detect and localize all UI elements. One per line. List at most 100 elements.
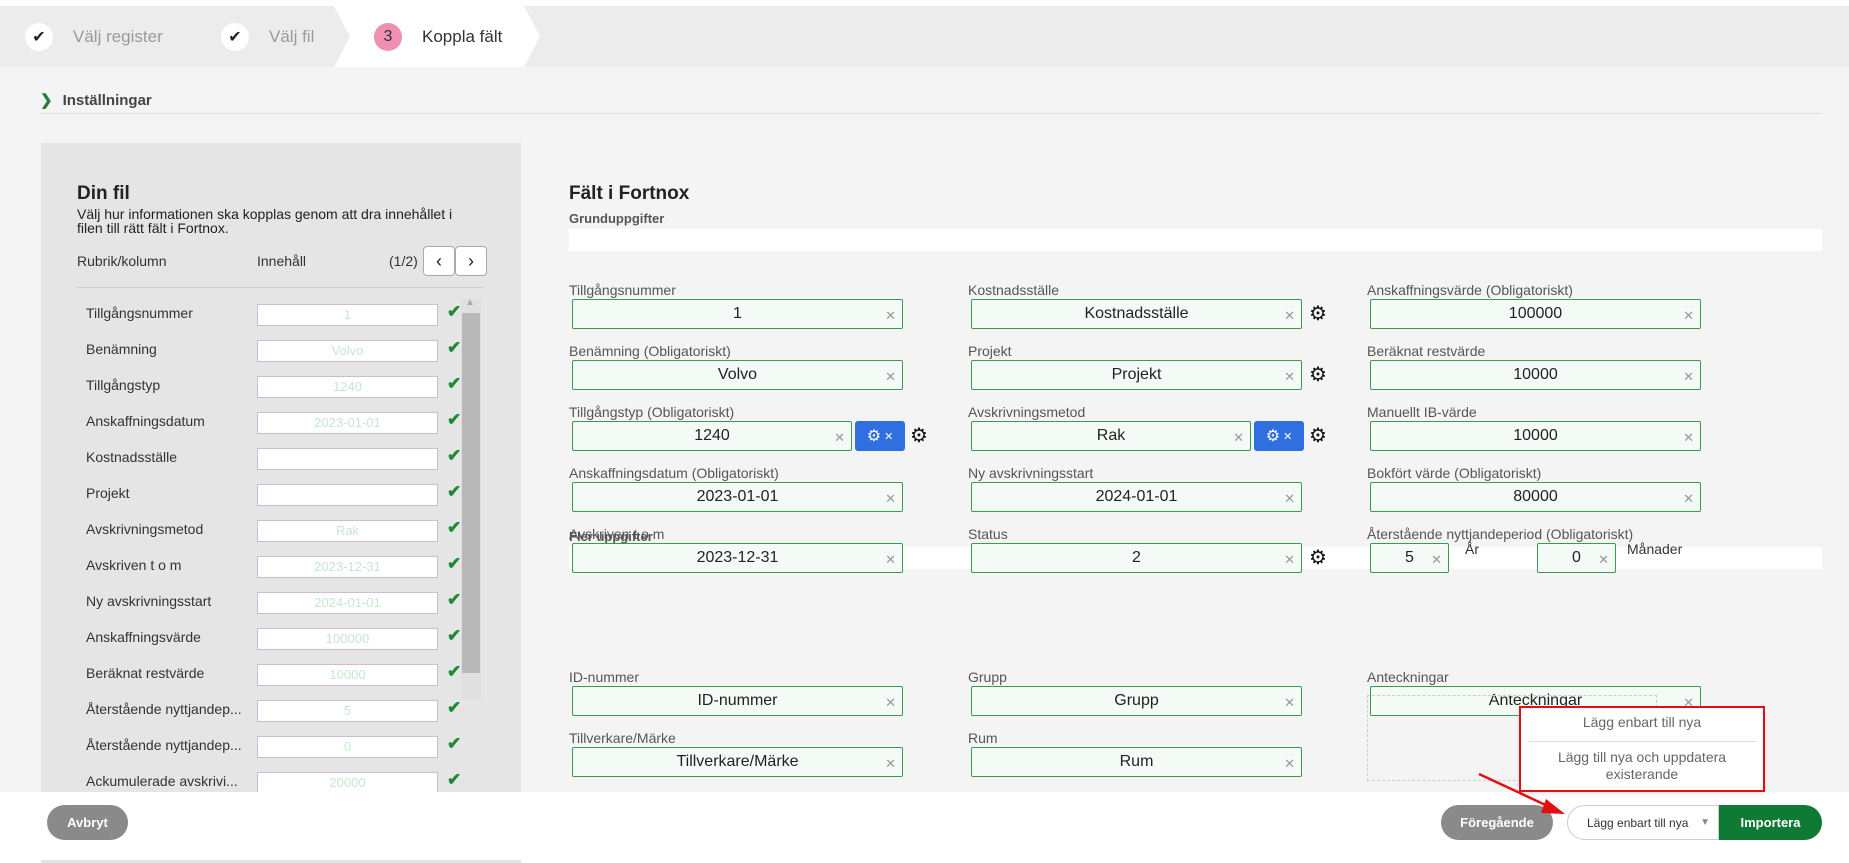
field-input[interactable]: 2 ✕ bbox=[971, 543, 1302, 573]
close-icon[interactable]: ✕ bbox=[885, 369, 896, 385]
close-icon[interactable]: ✕ bbox=[1284, 491, 1295, 507]
row-label: Avskriven t o m bbox=[86, 557, 182, 573]
field-input[interactable]: Projekt ✕ bbox=[971, 360, 1302, 390]
years-input[interactable]: 5 ✕ bbox=[1370, 543, 1449, 573]
close-icon[interactable]: ✕ bbox=[1683, 430, 1694, 446]
wizard-steps: ✔ Välj register ✔ Välj fil 3 Koppla fält bbox=[0, 6, 1849, 67]
row-value[interactable]: 1 bbox=[257, 304, 438, 326]
row-value[interactable]: 1240 bbox=[257, 376, 438, 398]
close-icon[interactable]: ✕ bbox=[1431, 552, 1442, 568]
list-item[interactable]: Avskrivningsmetod Rak ✔ bbox=[86, 516, 486, 546]
import-mode-select[interactable]: Lägg enbart till nya ▼ bbox=[1567, 805, 1719, 840]
check-icon: ✔ bbox=[447, 770, 462, 789]
close-icon[interactable]: ✕ bbox=[885, 552, 896, 568]
list-item[interactable]: Kostnadsställe ✔ bbox=[86, 444, 486, 474]
option-add-new-only[interactable]: Lägg enbart till nya bbox=[1521, 714, 1763, 730]
row-value[interactable]: 100000 bbox=[257, 628, 438, 650]
field-value: 2023-01-01 bbox=[696, 488, 779, 505]
field-input[interactable]: 10000 ✕ bbox=[1370, 360, 1701, 390]
list-item[interactable]: Anskaffningsvärde 100000 ✔ bbox=[86, 624, 486, 654]
field-input[interactable]: Volvo ✕ bbox=[572, 360, 903, 390]
close-icon[interactable]: ✕ bbox=[1683, 491, 1694, 507]
chevron-down-icon: ▼ bbox=[1700, 817, 1710, 828]
field-input[interactable]: Rak ✕ bbox=[971, 421, 1251, 451]
list-item[interactable]: Återstående nyttjandep... 5 ✔ bbox=[86, 696, 486, 726]
row-value[interactable]: 5 bbox=[257, 700, 438, 722]
close-icon[interactable]: ✕ bbox=[885, 756, 896, 772]
row-value[interactable]: 0 bbox=[257, 736, 438, 758]
gear-icon[interactable]: ⚙ bbox=[910, 423, 928, 448]
field-label: Tillverkare/Märke bbox=[569, 730, 676, 746]
chevron-left-icon: ‹ bbox=[436, 250, 442, 271]
field-settings-clear-button[interactable]: ⚙ ✕ bbox=[855, 421, 905, 451]
close-icon[interactable]: ✕ bbox=[885, 695, 896, 711]
list-item[interactable]: Beräknat restvärde 10000 ✔ bbox=[86, 660, 486, 690]
close-icon[interactable]: ✕ bbox=[1233, 430, 1244, 446]
field: Benämning (Obligatoriskt) Volvo ✕ bbox=[569, 343, 903, 390]
row-value[interactable]: Rak bbox=[257, 520, 438, 542]
field: Projekt Projekt ✕ bbox=[968, 343, 1302, 390]
divider bbox=[1529, 741, 1757, 742]
field-input[interactable]: 80000 ✕ bbox=[1370, 482, 1701, 512]
next-page-button[interactable]: › bbox=[455, 246, 487, 276]
field-settings-clear-button[interactable]: ⚙ ✕ bbox=[1254, 421, 1304, 451]
field-input[interactable]: 2023-01-01 ✕ bbox=[572, 482, 903, 512]
row-value[interactable] bbox=[257, 484, 438, 506]
months-input[interactable]: 0 ✕ bbox=[1537, 543, 1616, 573]
gear-icon[interactable]: ⚙ bbox=[1309, 423, 1327, 448]
field-input[interactable]: 2023-12-31 ✕ bbox=[572, 543, 903, 573]
list-item[interactable]: Tillgångstyp 1240 ✔ bbox=[86, 372, 486, 402]
field-input[interactable]: 10000 ✕ bbox=[1370, 421, 1701, 451]
close-icon[interactable]: ✕ bbox=[1284, 756, 1295, 772]
gear-icon[interactable]: ⚙ bbox=[1309, 362, 1327, 387]
list-item[interactable]: Avskriven t o m 2023-12-31 ✔ bbox=[86, 552, 486, 582]
row-label: Beräknat restvärde bbox=[86, 665, 205, 681]
field-input[interactable]: 100000 ✕ bbox=[1370, 299, 1701, 329]
row-value[interactable] bbox=[257, 448, 438, 470]
previous-button[interactable]: Föregående bbox=[1441, 805, 1553, 840]
import-button[interactable]: Importera bbox=[1719, 805, 1822, 840]
option-add-and-update[interactable]: Lägg till nya och uppdatera existerande bbox=[1541, 749, 1743, 783]
field-input[interactable]: Rum ✕ bbox=[971, 747, 1302, 777]
close-icon[interactable]: ✕ bbox=[1683, 369, 1694, 385]
field-input[interactable]: Tillverkare/Märke ✕ bbox=[572, 747, 903, 777]
field-input[interactable]: ID-nummer ✕ bbox=[572, 686, 903, 716]
close-icon[interactable]: ✕ bbox=[1284, 308, 1295, 324]
row-value[interactable]: 20000 bbox=[257, 772, 438, 794]
close-icon[interactable]: ✕ bbox=[834, 430, 845, 446]
field-input[interactable]: 2024-01-01 ✕ bbox=[971, 482, 1302, 512]
list-item[interactable]: Tillgångsnummer 1 ✔ bbox=[86, 300, 486, 330]
close-icon[interactable]: ✕ bbox=[885, 308, 896, 324]
row-value[interactable]: 2023-12-31 bbox=[257, 556, 438, 578]
close-icon[interactable]: ✕ bbox=[1284, 552, 1295, 568]
close-icon[interactable]: ✕ bbox=[1284, 695, 1295, 711]
field-input[interactable]: 1 ✕ bbox=[572, 299, 903, 329]
list-item[interactable]: Ny avskrivningsstart 2024-01-01 ✔ bbox=[86, 588, 486, 618]
close-icon[interactable]: ✕ bbox=[1284, 369, 1295, 385]
field-label: Tillgångstyp (Obligatoriskt) bbox=[569, 404, 735, 420]
row-value[interactable]: 10000 bbox=[257, 664, 438, 686]
row-value[interactable]: 2023-01-01 bbox=[257, 412, 438, 434]
prev-page-button[interactable]: ‹ bbox=[423, 246, 455, 276]
step-map-fields[interactable]: 3 Koppla fält bbox=[374, 6, 502, 67]
field-input[interactable]: Kostnadsställe ✕ bbox=[971, 299, 1302, 329]
check-icon: ✔ bbox=[447, 554, 462, 573]
list-item[interactable]: Anskaffningsdatum 2023-01-01 ✔ bbox=[86, 408, 486, 438]
field-input[interactable]: Grupp ✕ bbox=[971, 686, 1302, 716]
gear-icon: ⚙ bbox=[1265, 428, 1281, 445]
close-icon[interactable]: ✕ bbox=[1683, 308, 1694, 324]
close-icon[interactable]: ✕ bbox=[1598, 552, 1609, 568]
cancel-button[interactable]: Avbryt bbox=[47, 805, 128, 840]
field-input[interactable]: 1240 ✕ bbox=[572, 421, 852, 451]
gear-icon[interactable]: ⚙ bbox=[1309, 545, 1327, 570]
gear-icon[interactable]: ⚙ bbox=[1309, 301, 1327, 326]
row-value[interactable]: Volvo bbox=[257, 340, 438, 362]
field-label: Projekt bbox=[968, 343, 1012, 359]
row-value[interactable]: 2024-01-01 bbox=[257, 592, 438, 614]
field-value: 2023-12-31 bbox=[696, 549, 779, 566]
list-item[interactable]: Projekt ✔ bbox=[86, 480, 486, 510]
list-item[interactable]: Återstående nyttjandep... 0 ✔ bbox=[86, 732, 486, 762]
list-item[interactable]: Benämning Volvo ✔ bbox=[86, 336, 486, 366]
settings-toggle[interactable]: ❯ Inställningar bbox=[40, 91, 152, 110]
close-icon[interactable]: ✕ bbox=[885, 491, 896, 507]
